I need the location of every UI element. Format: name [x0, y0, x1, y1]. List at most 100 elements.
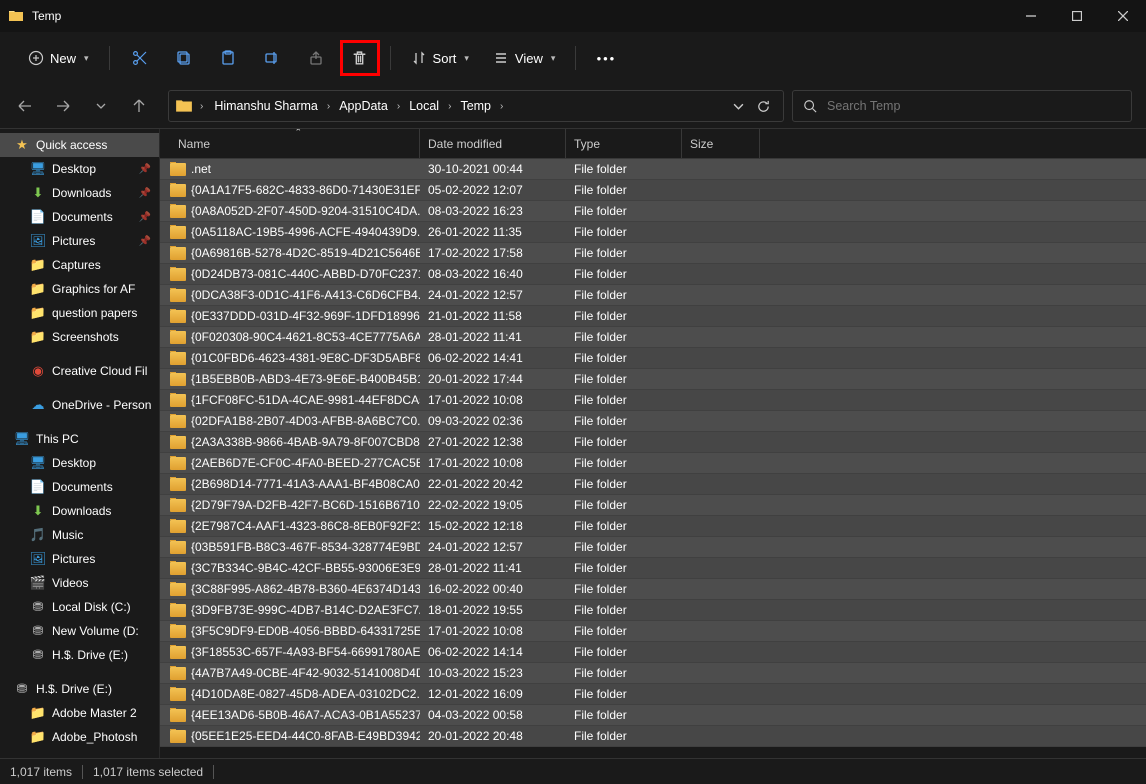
sidebar-item[interactable]: ⛃H.$. Drive (E:) — [0, 643, 159, 667]
column-header-size[interactable]: Size — [682, 129, 760, 158]
sort-button[interactable]: Sort ▾ — [401, 40, 479, 76]
file-date: 27-01-2022 12:38 — [420, 435, 566, 449]
table-row[interactable]: {0D24DB73-081C-440C-ABBD-D70FC2371...08-… — [160, 264, 1146, 285]
folder-icon — [170, 520, 186, 533]
search-box[interactable] — [792, 90, 1132, 122]
sidebar-item[interactable]: ⛃New Volume (D: — [0, 619, 159, 643]
sidebar-item[interactable]: 🖼Pictures📌 — [0, 229, 159, 253]
folder-icon: 📁 — [30, 257, 46, 273]
sidebar-item[interactable]: 📁Graphics for AF — [0, 277, 159, 301]
sidebar-item[interactable]: 🖼Pictures — [0, 547, 159, 571]
address-bar[interactable]: › Himanshu Sharma›AppData›Local›Temp› — [168, 90, 784, 122]
table-row[interactable]: {0A1A17F5-682C-4833-86D0-71430E31EF...05… — [160, 180, 1146, 201]
sidebar-item[interactable]: 📁Captures — [0, 253, 159, 277]
rename-button[interactable] — [252, 40, 292, 76]
sidebar-item[interactable]: 📄Documents — [0, 475, 159, 499]
column-header-name[interactable]: Name⌃ — [170, 129, 420, 158]
cut-button[interactable] — [120, 40, 160, 76]
refresh-icon[interactable] — [756, 99, 771, 114]
file-date: 17-01-2022 10:08 — [420, 624, 566, 638]
table-row[interactable]: {2D79F79A-D2FB-42F7-BC6D-1516B6710...22-… — [160, 495, 1146, 516]
table-row[interactable]: {0A69816B-5278-4D2C-8519-4D21C5646B...17… — [160, 243, 1146, 264]
file-type: File folder — [566, 204, 682, 218]
recent-locations-button[interactable] — [90, 95, 112, 117]
more-button[interactable]: ••• — [586, 40, 626, 76]
sidebar-label: Screenshots — [52, 330, 119, 344]
copy-button[interactable] — [164, 40, 204, 76]
sidebar-item[interactable]: 📁Adobe Master 2 — [0, 701, 159, 725]
maximize-button[interactable] — [1054, 0, 1100, 32]
table-row[interactable]: {2E7987C4-AAF1-4323-86C8-8EB0F92F23...15… — [160, 516, 1146, 537]
table-row[interactable]: {2B698D14-7771-41A3-AAA1-BF4B08CA0...22-… — [160, 474, 1146, 495]
chevron-down-icon: ▾ — [464, 53, 469, 64]
sidebar-item[interactable]: 🖥Desktop — [0, 451, 159, 475]
folder-icon — [170, 205, 186, 218]
breadcrumb-segment[interactable]: Temp — [456, 99, 495, 113]
table-row[interactable]: {2A3A338B-9866-4BAB-9A79-8F007CBD8...27-… — [160, 432, 1146, 453]
sidebar-item[interactable]: ⬇Downloads — [0, 499, 159, 523]
status-bar: 1,017 items 1,017 items selected — [0, 758, 1146, 784]
column-header-date[interactable]: Date modified — [420, 129, 566, 158]
sidebar-onedrive[interactable]: ☁ OneDrive - Person — [0, 393, 159, 417]
table-row[interactable]: {03B591FB-B8C3-467F-8534-328774E9BD...24… — [160, 537, 1146, 558]
new-button[interactable]: New ▾ — [18, 40, 99, 76]
table-row[interactable]: {0DCA38F3-0D1C-41F6-A413-C6D6CFB4...24-0… — [160, 285, 1146, 306]
table-row[interactable]: {0E337DDD-031D-4F32-969F-1DFD189964...21… — [160, 306, 1146, 327]
table-row[interactable]: {1B5EBB0B-ABD3-4E73-9E6E-B400B45B1...20-… — [160, 369, 1146, 390]
table-row[interactable]: {05EE1E25-EED4-44C0-8FAB-E49BD39420...20… — [160, 726, 1146, 747]
paste-button[interactable] — [208, 40, 248, 76]
breadcrumb-segment[interactable]: AppData — [335, 99, 392, 113]
minimize-button[interactable] — [1008, 0, 1054, 32]
sidebar-item[interactable]: 🖥Desktop📌 — [0, 157, 159, 181]
table-row[interactable]: {4A7B7A49-0CBE-4F42-9032-5141008D4D...10… — [160, 663, 1146, 684]
sidebar-creative-cloud[interactable]: ◉ Creative Cloud Fil — [0, 359, 159, 383]
search-input[interactable] — [827, 99, 1121, 113]
sidebar-item[interactable]: 📁Screenshots — [0, 325, 159, 349]
document-icon: 📄 — [30, 209, 46, 225]
sidebar-quick-access[interactable]: ★ Quick access — [0, 133, 159, 157]
folder-icon — [170, 667, 186, 680]
table-row[interactable]: {3D9FB73E-999C-4DB7-B14C-D2AE3FC7A...18-… — [160, 600, 1146, 621]
sidebar-hs-drive[interactable]: ⛃ H.$. Drive (E:) — [0, 677, 159, 701]
breadcrumb-segment[interactable]: Local — [405, 99, 443, 113]
sidebar-item[interactable]: 📁question papers — [0, 301, 159, 325]
share-button[interactable] — [296, 40, 336, 76]
back-button[interactable] — [14, 95, 36, 117]
table-row[interactable]: {3F18553C-657F-4A93-BF54-66991780AE6...0… — [160, 642, 1146, 663]
folder-icon — [8, 8, 24, 24]
table-row[interactable]: {3F5C9DF9-ED0B-4056-BBBD-64331725E5...17… — [160, 621, 1146, 642]
sidebar-item[interactable]: ⬇Downloads📌 — [0, 181, 159, 205]
sidebar-item[interactable]: 📁Adobe_Photosh — [0, 725, 159, 749]
view-button[interactable]: View ▾ — [483, 40, 565, 76]
forward-button[interactable] — [52, 95, 74, 117]
sidebar-item[interactable]: 🎬Videos — [0, 571, 159, 595]
sidebar-item[interactable]: 📄Documents📌 — [0, 205, 159, 229]
table-row[interactable]: {0A8A052D-2F07-450D-9204-31510C4DA...08-… — [160, 201, 1146, 222]
close-button[interactable] — [1100, 0, 1146, 32]
table-row[interactable]: {02DFA1B8-2B07-4D03-AFBB-8A6BC7C0...09-0… — [160, 411, 1146, 432]
delete-button[interactable] — [340, 40, 380, 76]
table-row[interactable]: .net30-10-2021 00:44File folder — [160, 159, 1146, 180]
table-row[interactable]: {4D10DA8E-0827-45D8-ADEA-03102DC2...12-0… — [160, 684, 1146, 705]
pictures-icon: 🖼 — [30, 551, 46, 567]
file-type: File folder — [566, 519, 682, 533]
file-type: File folder — [566, 372, 682, 386]
breadcrumb-segment[interactable]: Himanshu Sharma — [210, 99, 322, 113]
sidebar-this-pc[interactable]: 🖥 This PC — [0, 427, 159, 451]
table-row[interactable]: {2AEB6D7E-CF0C-4FA0-BEED-277CAC5E3...17-… — [160, 453, 1146, 474]
sidebar-label: Downloads — [52, 504, 111, 518]
table-row[interactable]: {3C88F995-A862-4B78-B360-4E6374D143...16… — [160, 579, 1146, 600]
table-row[interactable]: {01C0FBD6-4623-4381-9E8C-DF3D5ABF8...06-… — [160, 348, 1146, 369]
sidebar-item[interactable]: ⛃Local Disk (C:) — [0, 595, 159, 619]
table-row[interactable]: {0F020308-90C4-4621-8C53-4CE7775A6A...28… — [160, 327, 1146, 348]
sidebar-item[interactable]: 🎵Music — [0, 523, 159, 547]
table-row[interactable]: {3C7B334C-9B4C-42CF-BB55-93006E3E9...28-… — [160, 558, 1146, 579]
table-row[interactable]: {0A5118AC-19B5-4996-ACFE-4940439D9...26-… — [160, 222, 1146, 243]
file-date: 05-02-2022 12:07 — [420, 183, 566, 197]
up-button[interactable] — [128, 95, 150, 117]
file-list[interactable]: .net30-10-2021 00:44File folder{0A1A17F5… — [160, 159, 1146, 758]
column-header-type[interactable]: Type — [566, 129, 682, 158]
chevron-down-icon[interactable] — [733, 101, 744, 112]
table-row[interactable]: {4EE13AD6-5B0B-46A7-ACA3-0B1A55237...04-… — [160, 705, 1146, 726]
table-row[interactable]: {1FCF08FC-51DA-4CAE-9981-44EF8DCA5...17-… — [160, 390, 1146, 411]
